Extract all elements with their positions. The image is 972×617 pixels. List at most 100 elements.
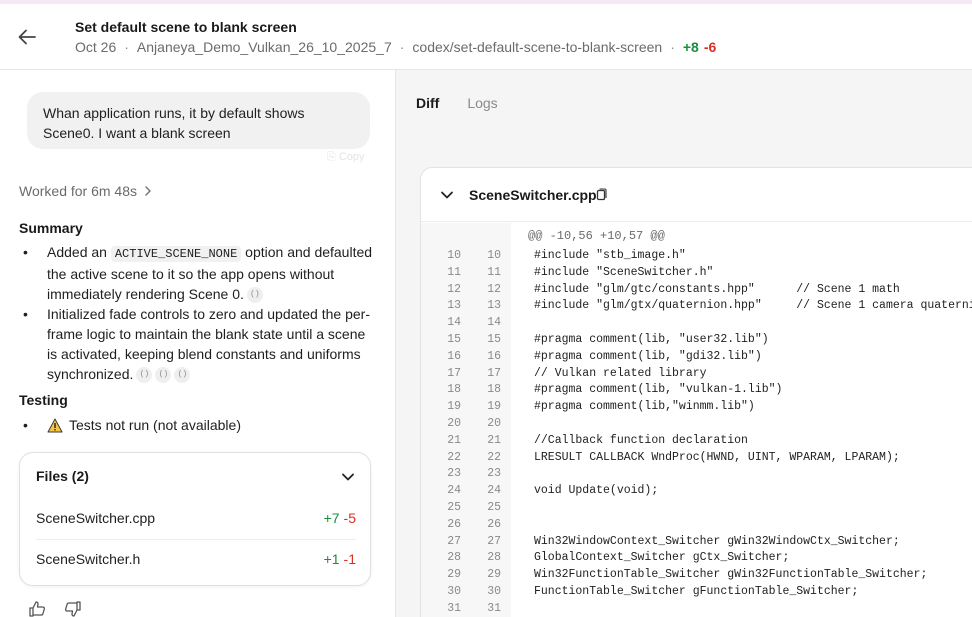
diff-file-name: SceneSwitcher.cpp bbox=[469, 187, 597, 203]
tab-diff[interactable]: Diff bbox=[416, 95, 439, 111]
old-line-number: 16 bbox=[447, 349, 461, 363]
code-line: 10 10 #include "stb_image.h" bbox=[421, 248, 972, 265]
code-text: #include "stb_image.h" bbox=[534, 249, 686, 262]
code-text: #pragma comment(lib, "vulkan-1.lib") bbox=[534, 383, 783, 397]
thumbs-up-button[interactable] bbox=[28, 600, 46, 617]
testing-item-text: Tests not run (not available) bbox=[69, 417, 241, 433]
chevron-right-icon bbox=[145, 186, 151, 196]
diff-tabs: Diff Logs bbox=[416, 95, 498, 111]
old-line-number: 31 bbox=[447, 601, 461, 615]
new-line-number: 14 bbox=[487, 316, 501, 330]
new-line-number: 25 bbox=[487, 500, 501, 514]
new-line-number: 12 bbox=[487, 282, 501, 296]
copy-icon[interactable] bbox=[595, 188, 607, 202]
total-deletions: -6 bbox=[703, 39, 717, 55]
new-line-number: 27 bbox=[487, 534, 501, 548]
code-line: 27 27 Win32WindowContext_Switcher gWin32Wi… bbox=[421, 534, 972, 551]
back-arrow-icon bbox=[18, 29, 36, 45]
file-row[interactable]: SceneSwitcher.cpp +7 -5 bbox=[36, 499, 356, 537]
worked-duration-label: Worked for 6m 48s bbox=[19, 183, 138, 199]
file-deletions: -1 bbox=[343, 550, 356, 567]
old-line-number: 29 bbox=[447, 568, 461, 582]
meta-separator: · bbox=[124, 39, 129, 55]
repo-name[interactable]: Anjaneya_Demo_Vulkan_26_10_2025_7 bbox=[137, 39, 392, 55]
new-line-number: 26 bbox=[487, 517, 501, 531]
old-line-number: 10 bbox=[447, 249, 461, 262]
worked-duration-toggle[interactable]: Worked for 6m 48s bbox=[19, 183, 153, 199]
code-text: #pragma comment(lib,"winmm.lib") bbox=[534, 400, 755, 414]
code-line: 14 14 bbox=[421, 315, 972, 332]
new-line-number: 15 bbox=[487, 332, 501, 346]
code-text: Win32FunctionTable_Switcher gWin32Functi… bbox=[534, 568, 928, 582]
new-line-number: 24 bbox=[487, 484, 501, 498]
new-line-number: 20 bbox=[487, 416, 501, 430]
chevron-down-icon bbox=[342, 473, 354, 481]
testing-item: Tests not run (not available) bbox=[19, 415, 379, 435]
new-line-number: 31 bbox=[487, 601, 501, 615]
new-line-number: 21 bbox=[487, 433, 501, 447]
files-card: Files (2) SceneSwitcher.cpp +7 -5 SceneSw… bbox=[19, 452, 371, 586]
code-line: 17 17 // Vulkan related library bbox=[421, 366, 972, 383]
summary-heading: Summary bbox=[19, 220, 83, 236]
code-line: 15 15 #pragma comment(lib, "user32.lib") bbox=[421, 332, 972, 349]
old-line-number: 11 bbox=[447, 265, 461, 279]
citation-icon[interactable]: () bbox=[246, 287, 263, 304]
new-line-number: 13 bbox=[487, 299, 501, 313]
total-additions: +8 bbox=[682, 39, 699, 55]
thumbs-up-icon bbox=[29, 601, 46, 617]
chevron-down-icon[interactable] bbox=[439, 187, 455, 203]
old-line-number: 25 bbox=[447, 500, 461, 514]
old-line-number: 20 bbox=[447, 416, 461, 430]
new-line-number: 16 bbox=[487, 349, 501, 363]
code-text: #include "glm/gtc/constants.hpp" // Scen… bbox=[534, 282, 900, 296]
code-text: Win32WindowContext_Switcher gWin32Window… bbox=[534, 534, 900, 548]
code-text: LRESULT CALLBACK WndProc(HWND, UINT, WPA… bbox=[534, 450, 900, 464]
code-line: 22 22 LRESULT CALLBACK WndProc(HWND, UINT,… bbox=[421, 450, 972, 467]
file-diff-card: SceneSwitcher.cpp @@ -10,56 +10,57 @@ 10… bbox=[420, 167, 972, 617]
testing-heading: Testing bbox=[19, 392, 68, 408]
new-line-number: 17 bbox=[487, 366, 501, 380]
old-line-number: 14 bbox=[447, 316, 461, 330]
old-line-number: 22 bbox=[447, 450, 461, 464]
chat-panel: Whan application runs, it by default sho… bbox=[0, 70, 395, 617]
task-title: Set default scene to blank screen bbox=[75, 19, 297, 35]
old-line-number: 19 bbox=[447, 400, 461, 414]
file-row[interactable]: SceneSwitcher.h +1 -1 bbox=[36, 539, 356, 577]
code-line: 11 11 #include "SceneSwitcher.h" bbox=[421, 265, 972, 282]
code-line: 28 28 GlobalContext_Switcher gCtx_Switcher… bbox=[421, 550, 972, 567]
summary-item-text: Initialized fade controls to zero and up… bbox=[47, 306, 370, 382]
branch-name[interactable]: codex/set-default-scene-to-blank-screen bbox=[412, 39, 662, 55]
files-collapse-button[interactable] bbox=[338, 467, 358, 487]
code-lines: 10 10 #include "stb_image.h" 11 11 #include "… bbox=[421, 248, 972, 617]
code-line: 16 16 #pragma comment(lib, "gdi32.lib") bbox=[421, 349, 972, 366]
task-meta: Oct 26 · Anjaneya_Demo_Vulkan_26_10_2025… bbox=[75, 39, 716, 55]
code-text: //Callback function declaration bbox=[534, 433, 748, 447]
code-line: 25 25 bbox=[421, 500, 972, 517]
code-line: 30 30 FunctionTable_Switcher gFunctionTabl… bbox=[421, 584, 972, 601]
citation-icon[interactable]: () bbox=[174, 367, 191, 384]
citation-icon[interactable]: () bbox=[136, 367, 153, 384]
file-additions: +7 bbox=[323, 510, 340, 526]
citation-icon[interactable]: () bbox=[155, 367, 172, 384]
summary-item-text: Added an bbox=[47, 244, 111, 260]
old-line-number: 27 bbox=[447, 534, 461, 548]
hunk-header: @@ -10,56 +10,57 @@ bbox=[528, 229, 665, 243]
old-line-number: 24 bbox=[447, 484, 461, 498]
meta-separator: · bbox=[670, 39, 675, 55]
old-line-number: 17 bbox=[447, 366, 461, 380]
new-line-number: 10 bbox=[487, 249, 501, 262]
code-line: 13 13 #include "glm/gtx/quaternion.hpp" //… bbox=[421, 298, 972, 315]
code-text: GlobalContext_Switcher gCtx_Switcher; bbox=[534, 551, 790, 565]
new-line-number: 23 bbox=[487, 467, 501, 481]
tab-logs[interactable]: Logs bbox=[467, 95, 497, 111]
back-button[interactable] bbox=[14, 24, 40, 50]
thumbs-down-button[interactable] bbox=[64, 600, 82, 617]
code-text: void Update(void); bbox=[534, 484, 659, 498]
new-line-number: 22 bbox=[487, 450, 501, 464]
code-line: 20 20 bbox=[421, 416, 972, 433]
code-line: 24 24 void Update(void); bbox=[421, 483, 972, 500]
feedback-buttons bbox=[28, 600, 82, 617]
old-line-number: 15 bbox=[447, 332, 461, 346]
code-line: 23 23 bbox=[421, 466, 972, 483]
file-deletions: -5 bbox=[343, 510, 356, 526]
